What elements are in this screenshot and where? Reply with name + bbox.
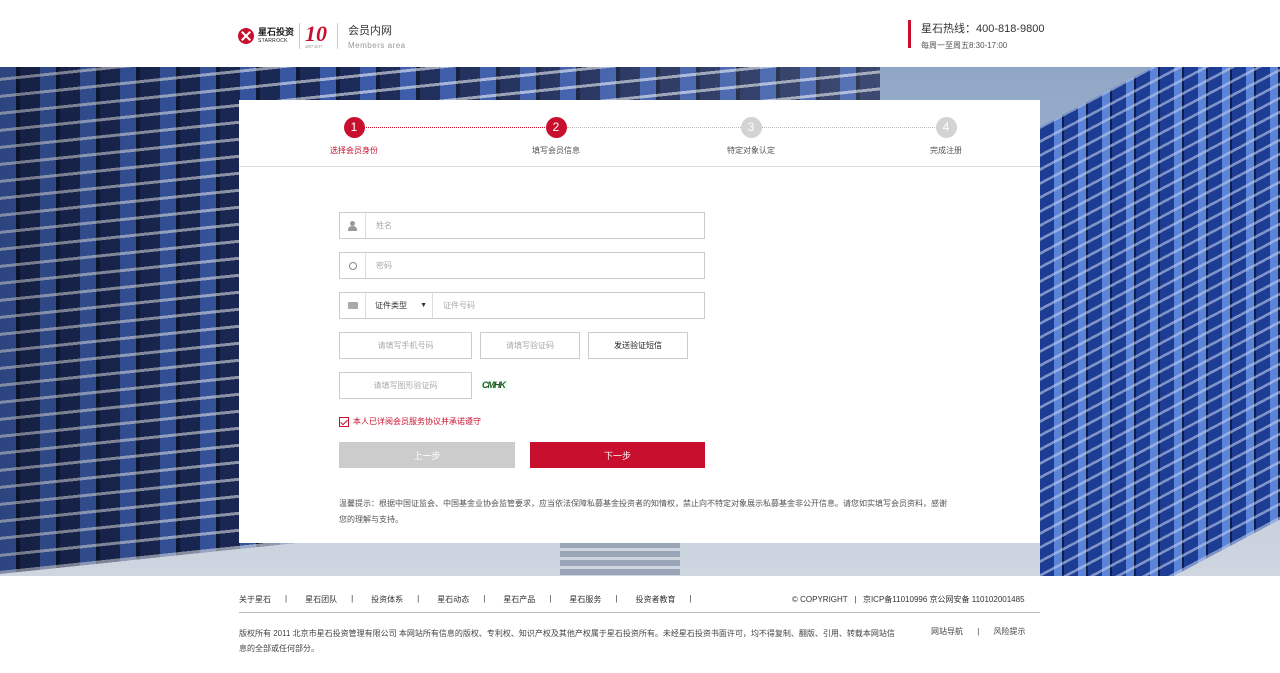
footer-link-system[interactable]: 投资体系 <box>371 594 403 605</box>
password-placeholder: 密码 <box>376 261 392 270</box>
footer-link-news[interactable]: 星石动态 <box>437 594 469 605</box>
dropdown-arrow-icon: ▼ <box>420 302 427 309</box>
agreement-checkbox[interactable]: 本人已详阅会员服务协议并承诺遵守 <box>339 416 481 427</box>
step-3: 3 特定对象认定 <box>691 117 811 156</box>
icp-number: 京ICP备11010996 京公网安备 110102001485 <box>862 595 1025 604</box>
footer-link-education[interactable]: 投资者教育 <box>635 594 675 605</box>
footer-nav: 关于星石 | 星石团队 | 投资体系 | 星石动态 | 星石产品 | 星石服务 | 投资者教… <box>239 594 692 605</box>
hotline-block: 星石热线：400-818-9800 每周一至周五8:30-17:00 <box>908 20 1045 50</box>
id-number-input[interactable]: 证件号码 <box>433 300 475 311</box>
anniversary-logo: 10 2007-2017 <box>305 21 328 49</box>
divider <box>299 23 301 49</box>
logo-name-en: STARROCK <box>258 38 288 44</box>
step-2: 2 填写会员信息 <box>496 117 616 156</box>
logo-name: 星石投资 <box>258 27 295 37</box>
password-field[interactable]: 密码 <box>339 252 705 279</box>
step-progress: 1 选择会员身份 2 填写会员信息 3 特定对象认定 4 完成注册 <box>239 100 1040 167</box>
hotline: 星石热线：400-818-9800 <box>921 23 1045 35</box>
starrock-logo-icon <box>238 28 254 44</box>
image-code-input[interactable]: 请填写图形验证码 <box>339 372 472 399</box>
next-button[interactable]: 下一步 <box>530 442 705 468</box>
footer-link-products[interactable]: 星石产品 <box>503 594 535 605</box>
copyright: © COPYRIGHT | 京ICP备11010996 京公网安备 110102… <box>792 595 1025 604</box>
name-field[interactable]: 姓名 <box>339 212 705 239</box>
checkbox-checked-icon <box>339 416 349 427</box>
divider <box>337 23 339 49</box>
agreement-label: 本人已详阅会员服务协议并承诺遵守 <box>353 417 481 426</box>
lock-icon <box>348 261 357 270</box>
service-hours: 每周一至周五8:30-17:00 <box>921 41 1008 50</box>
send-sms-button[interactable]: 发送验证短信 <box>588 332 688 359</box>
members-area-title: 会员内网 Members area <box>348 25 406 50</box>
user-icon <box>348 220 357 231</box>
step-4: 4 完成注册 <box>886 117 1006 156</box>
footer-link-sitemap[interactable]: 网站导航 <box>931 627 963 636</box>
footer-link-services[interactable]: 星石服务 <box>569 594 601 605</box>
logo[interactable]: 星石投资 STARROCK 10 2007-2017 会员内网 Members … <box>238 22 406 50</box>
footer-link-about[interactable]: 关于星石 <box>239 594 271 605</box>
sms-code-input[interactable]: 请填写验证码 <box>480 332 580 359</box>
prev-button[interactable]: 上一步 <box>339 442 515 468</box>
id-type-select[interactable]: 证件类型 ▼ <box>366 293 433 318</box>
id-card-icon <box>347 302 358 309</box>
notice-text: 温馨提示：根据中国证监会、中国基金业协会监管要求，应当依法保障私募基金投资者的知… <box>339 499 947 524</box>
footer: 关于星石 | 星石团队 | 投资体系 | 星石动态 | 星石产品 | 星石服务 | 投资者教… <box>0 576 1280 673</box>
footer-link-risk[interactable]: 风险提示 <box>994 627 1026 636</box>
id-field: 证件类型 ▼ 证件号码 <box>339 292 705 319</box>
name-placeholder: 姓名 <box>376 221 392 230</box>
divider <box>239 612 1040 613</box>
phone-input[interactable]: 请填写手机号码 <box>339 332 472 359</box>
footer-links: 网站导航 | 风险提示 <box>931 627 1026 636</box>
captcha-image[interactable]: CMHK <box>480 380 507 390</box>
header: 星石投资 STARROCK 10 2007-2017 会员内网 Members … <box>0 0 1280 67</box>
step-1: 1 选择会员身份 <box>294 117 414 156</box>
registration-card: 1 选择会员身份 2 填写会员信息 3 特定对象认定 4 完成注册 姓名 密码 … <box>239 100 1040 543</box>
building-image <box>1040 67 1280 576</box>
rights-text: 版权所有 2011 北京市星石投资管理有限公司 本网站所有信息的版权、专利权、知… <box>239 629 895 653</box>
footer-link-team[interactable]: 星石团队 <box>305 594 337 605</box>
